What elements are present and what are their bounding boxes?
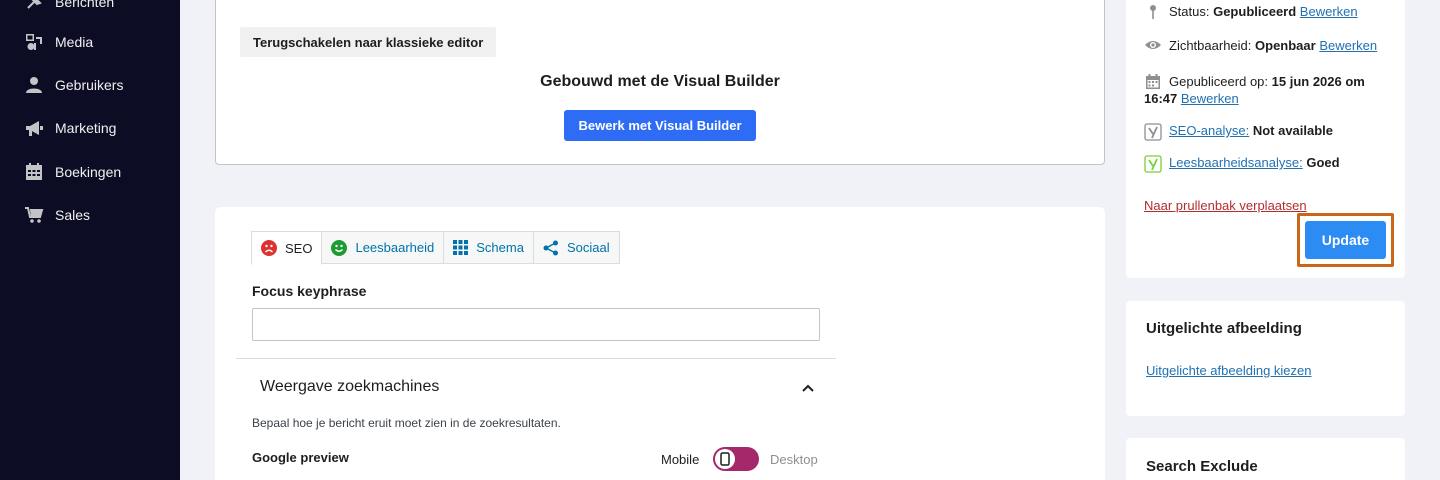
builder-title: Gebouwd met de Visual Builder: [540, 73, 780, 90]
readability-value: Goed: [1306, 155, 1340, 170]
serp-section-title: Weergave zoekmachines: [260, 378, 440, 395]
sidebar-item-gebruikers[interactable]: Gebruikers: [0, 67, 180, 103]
sidebar-item-label: Gebruikers: [55, 77, 124, 93]
tab-sociaal[interactable]: Sociaal: [532, 231, 620, 264]
user-icon: [24, 75, 44, 95]
edit-visibility-link[interactable]: Bewerken: [1319, 38, 1377, 53]
sidebar-item-label: Marketing: [55, 120, 117, 136]
choose-featured-image-link[interactable]: Uitgelichte afbeelding kiezen: [1146, 363, 1312, 378]
sidebar-item-label: Sales: [55, 207, 91, 223]
yoast-icon: [1144, 123, 1162, 141]
google-preview-label: Google preview: [252, 450, 349, 465]
classic-editor-button[interactable]: Terugschakelen naar klassieke editor: [240, 27, 497, 57]
sidebar-item-label: Media: [55, 34, 94, 50]
sidebar-item-marketing[interactable]: Marketing: [0, 110, 180, 146]
edit-status-link[interactable]: Bewerken: [1300, 4, 1358, 19]
update-button[interactable]: Update: [1305, 221, 1386, 259]
edit-date-link[interactable]: Bewerken: [1181, 92, 1239, 106]
cart-icon: [24, 205, 44, 225]
status-value: Gepubliceerd: [1213, 4, 1297, 19]
sidebar-item-media[interactable]: Media: [0, 24, 180, 60]
sidebar-item-label: Boekingen: [55, 164, 122, 180]
visibility-label: Zichtbaarheid:: [1169, 38, 1252, 53]
calendar-icon: [24, 162, 44, 182]
sidebar-item-berichten[interactable]: Berichten: [0, 0, 180, 20]
megaphone-icon: [24, 118, 44, 138]
tab-label: Sociaal: [566, 240, 610, 255]
visibility-row: Zichtbaarheid: Openbaar Bewerken: [1144, 38, 1377, 53]
status-label: Status:: [1169, 4, 1210, 19]
published-label: Gepubliceerd op:: [1169, 74, 1269, 89]
preview-mode-toggle[interactable]: [713, 447, 759, 471]
status-row: Status: Gepubliceerd Bewerken: [1144, 4, 1358, 20]
yoast-green-icon: [1144, 155, 1162, 173]
tab-label: Schema: [476, 240, 524, 255]
edit-visual-builder-button[interactable]: Bewerk met Visual Builder: [564, 110, 756, 141]
pin-icon: [1144, 4, 1162, 20]
chevron-up-icon[interactable]: [800, 380, 816, 396]
sidebar-item-sales[interactable]: Sales: [0, 197, 180, 233]
featured-image-title: Uitgelichte afbeelding: [1146, 320, 1302, 337]
published-date: 15 jun 2026 om: [1271, 74, 1365, 89]
eye-icon: [1144, 38, 1162, 52]
share-icon: [543, 240, 559, 256]
focus-keyphrase-label: Focus keyphrase: [252, 283, 367, 299]
tab-seo[interactable]: SEO: [251, 231, 323, 265]
sidebar-item-label: Berichten: [55, 0, 115, 10]
toggle-knob: [715, 449, 735, 469]
published-time-row: 16:47 Bewerken: [1144, 92, 1239, 106]
grid-icon: [453, 240, 469, 255]
media-icon: [24, 32, 44, 52]
divider: [236, 358, 836, 359]
tab-schema[interactable]: Schema: [443, 231, 534, 264]
seo-tabs: SEO Leesbaarheid Schema Sociaal: [251, 231, 620, 265]
published-row: Gepubliceerd op: 15 jun 2026 om: [1144, 71, 1365, 92]
mobile-option-label: Mobile: [661, 452, 700, 467]
seo-analysis-row: SEO-analyse: Not available: [1144, 123, 1333, 141]
move-to-trash-link[interactable]: Naar prullenbak verplaatsen: [1144, 198, 1307, 213]
sad-face-icon: [261, 240, 277, 256]
sidebar-item-boekingen[interactable]: Boekingen: [0, 154, 180, 190]
calendar-icon: [1144, 73, 1162, 90]
search-exclude-title: Search Exclude: [1146, 458, 1258, 475]
admin-sidebar: Berichten Media Gebruikers Marketing Boe…: [0, 0, 180, 480]
desktop-option-label: Desktop: [770, 452, 818, 467]
readability-row: Leesbaarheidsanalyse: Goed: [1144, 155, 1340, 173]
seo-analysis-value: Not available: [1252, 123, 1334, 138]
featured-image-panel: [1126, 301, 1405, 416]
mobile-phone-icon: [720, 452, 730, 466]
tab-leesbaarheid[interactable]: Leesbaarheid: [321, 231, 445, 264]
focus-keyphrase-input[interactable]: [252, 308, 820, 341]
published-time: 16:47: [1144, 91, 1178, 106]
visibility-value: Openbaar: [1255, 38, 1316, 53]
tab-label: Leesbaarheid: [355, 240, 435, 255]
seo-analysis-link[interactable]: SEO-analyse:: [1169, 123, 1249, 138]
serp-description: Bepaal hoe je bericht eruit moet zien in…: [252, 416, 561, 430]
readability-link[interactable]: Leesbaarheidsanalyse:: [1169, 155, 1303, 170]
happy-face-icon: [331, 239, 348, 256]
pin-icon: [24, 0, 44, 12]
tab-label: SEO: [285, 240, 313, 256]
